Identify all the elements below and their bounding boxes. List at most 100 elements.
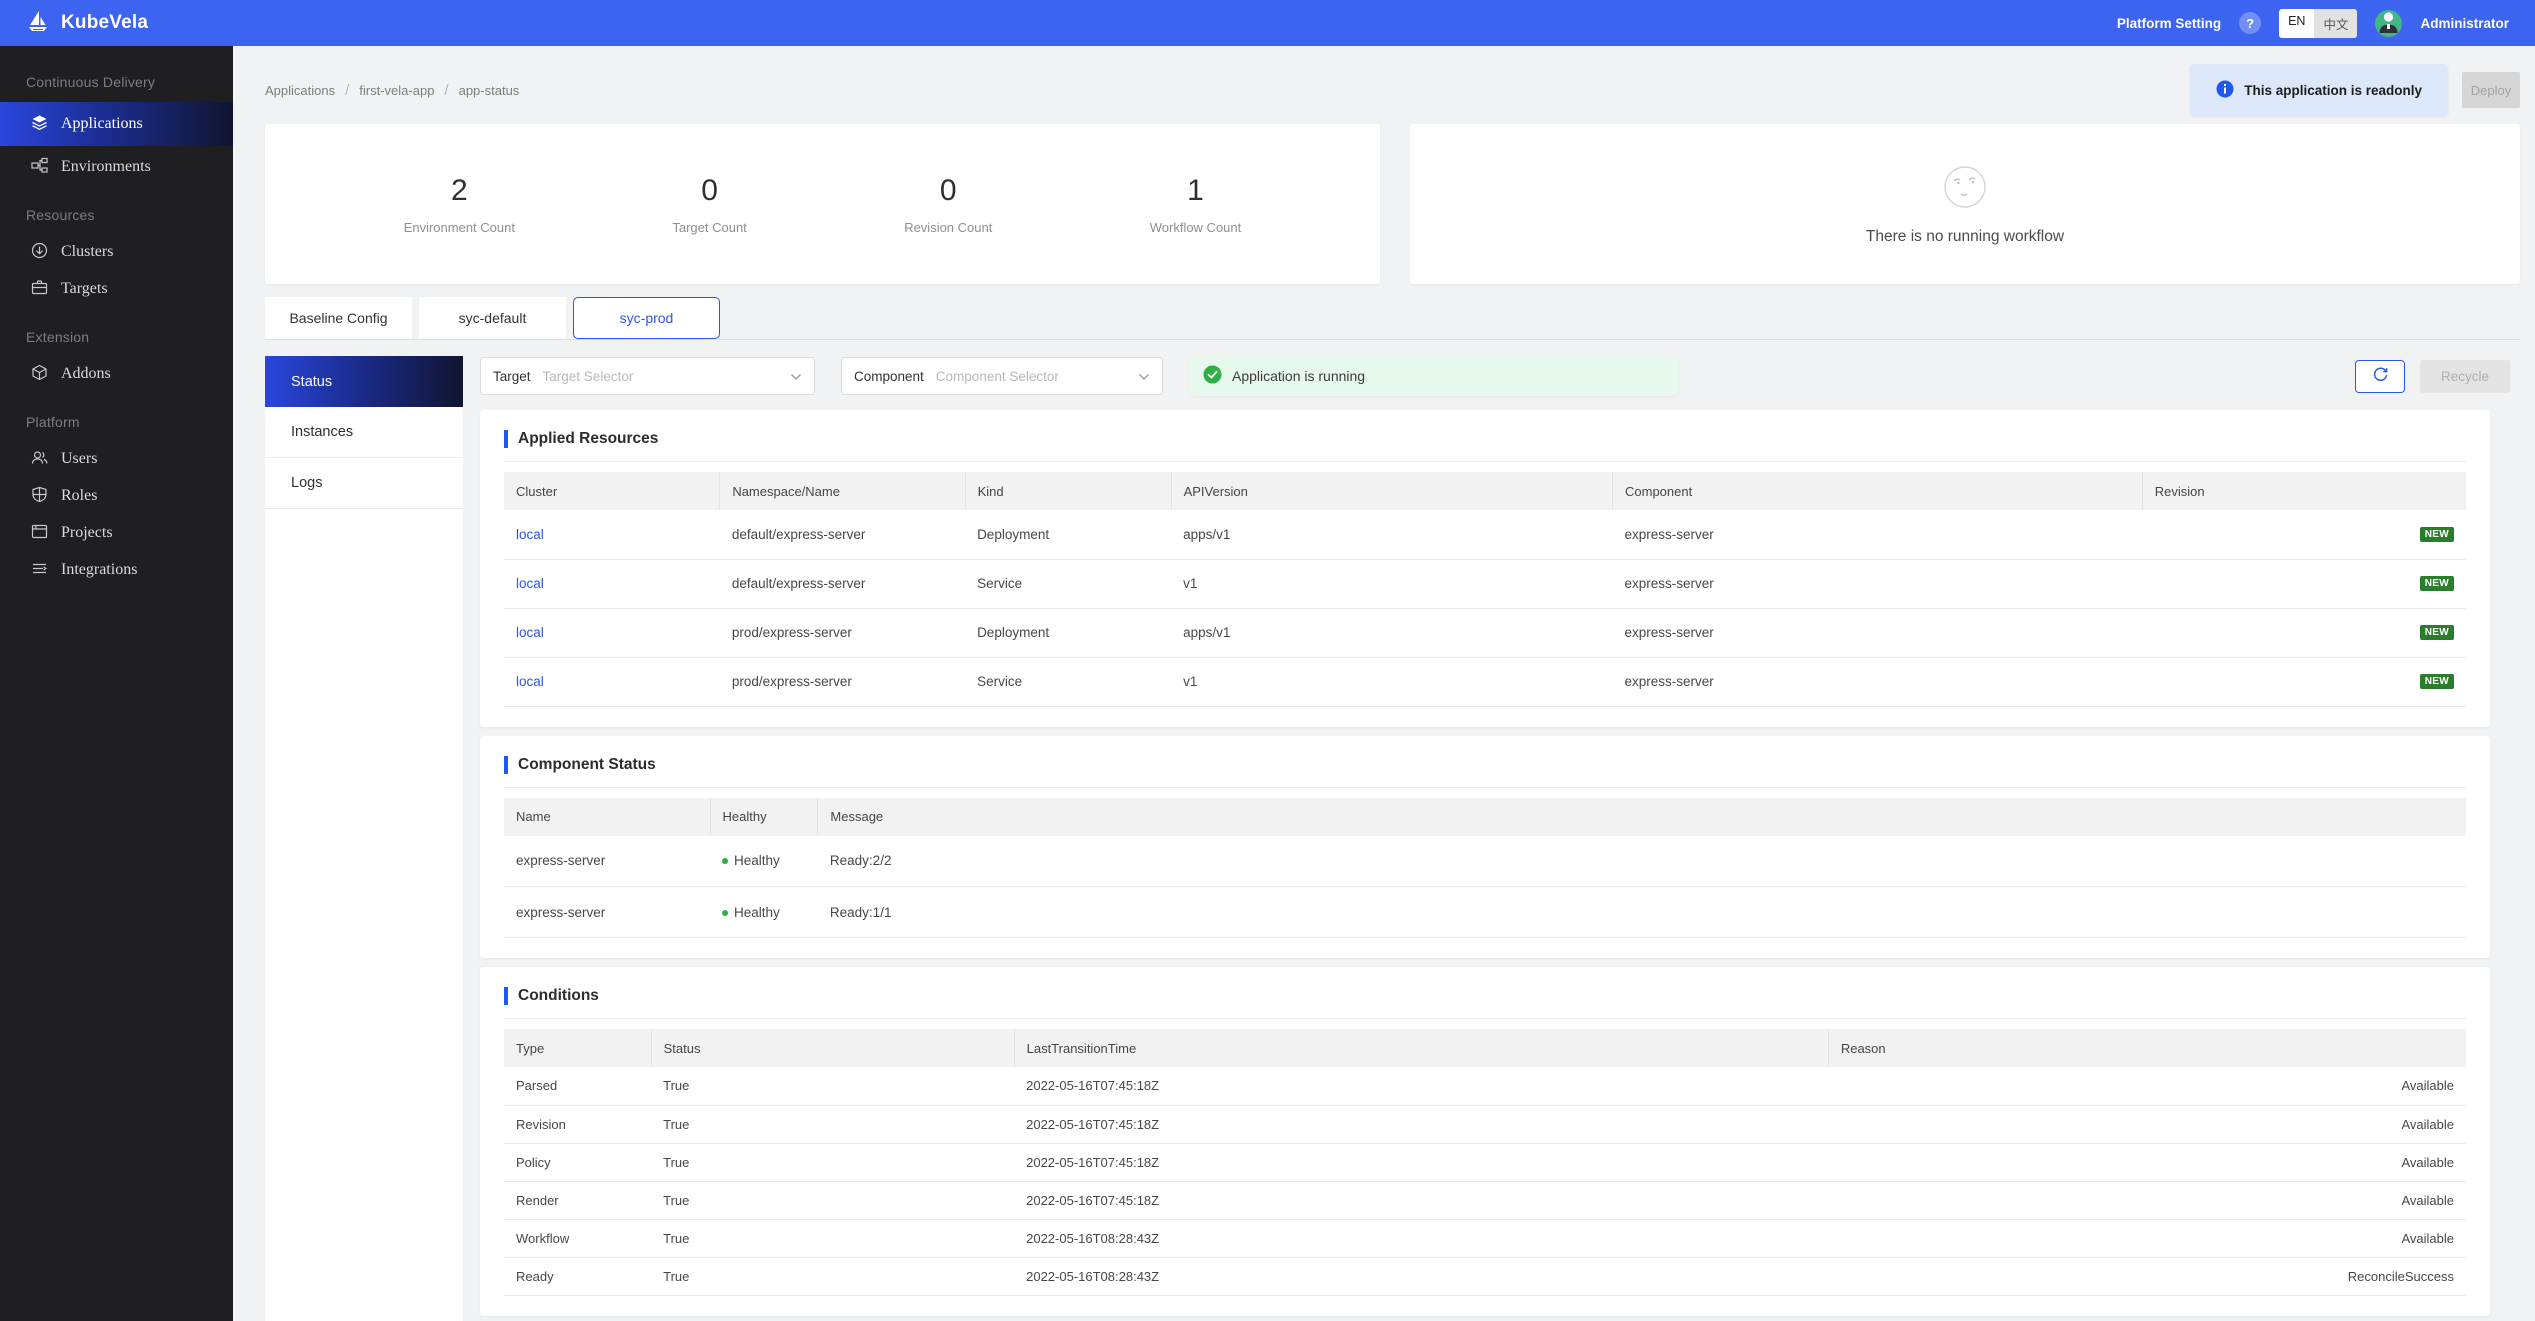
breadcrumb-separator: / (444, 82, 448, 99)
table-row: localdefault/express-serverServicev1expr… (504, 559, 2466, 608)
refresh-icon (2372, 366, 2389, 386)
column-header: Cluster (504, 472, 720, 510)
target-selector[interactable]: Target Target Selector (480, 357, 815, 395)
stat-label: Target Count (672, 220, 746, 235)
help-icon[interactable]: ? (2239, 12, 2261, 34)
stats-card: 2Environment Count 0 Target Count 0Revision… (265, 124, 1380, 284)
language-toggle[interactable]: EN 中文 (2279, 9, 2357, 38)
cell-kind: Deployment (965, 608, 1171, 657)
table-row: PolicyTrue2022-05-16T07:45:18ZAvailable (504, 1143, 2466, 1181)
brand[interactable]: KubeVela (26, 9, 148, 38)
conditions-table: TypeStatusLastTransitionTimeReason Parse… (504, 1029, 2466, 1296)
new-badge: NEW (2420, 576, 2454, 591)
sidebar-item-label: Environments (61, 158, 151, 176)
column-header: Component (1613, 472, 2143, 510)
avatar-person-icon (2375, 10, 2402, 37)
cell-status: True (651, 1143, 1014, 1181)
refresh-button[interactable] (2355, 360, 2405, 393)
platform-setting-link[interactable]: Platform Setting (2117, 16, 2221, 31)
cluster-link[interactable]: local (516, 527, 544, 542)
lang-zh[interactable]: 中文 (2314, 9, 2357, 38)
cluster-link[interactable]: local (516, 576, 544, 591)
tab-syc-default[interactable]: syc-default (419, 297, 566, 339)
confused-face-icon (1941, 163, 1989, 214)
sidebar-section: Platform Users Roles Projects Integrations (0, 404, 233, 588)
cell-apiversion: v1 (1171, 559, 1612, 608)
column-header: Type (504, 1029, 651, 1067)
cell-apiversion: apps/v1 (1171, 608, 1612, 657)
tab-baseline-config[interactable]: Baseline Config (265, 297, 412, 339)
deploy-button[interactable]: Deploy (2462, 72, 2520, 108)
stat-item: 1Workflow Count (1150, 174, 1242, 235)
breadcrumb-item[interactable]: first-vela-app (359, 83, 434, 98)
cell-reason: Available (1828, 1219, 2466, 1257)
submenu: StatusInstancesLogs (265, 356, 463, 1321)
breadcrumb-item[interactable]: Applications (265, 83, 335, 98)
table-row: ParsedTrue2022-05-16T07:45:18ZAvailable (504, 1067, 2466, 1105)
app-status-pill: Application is running (1189, 356, 1679, 396)
cluster-link[interactable]: local (516, 625, 544, 640)
top-navbar: KubeVela Platform Setting ? EN 中文 Admini… (0, 0, 2535, 46)
sidebar-item-clusters[interactable]: Clusters (0, 233, 233, 270)
integrations-icon (31, 560, 48, 580)
cell-type: Workflow (504, 1219, 651, 1257)
table-row: RenderTrue2022-05-16T07:45:18ZAvailable (504, 1181, 2466, 1219)
recycle-button[interactable]: Recycle (2420, 360, 2510, 393)
cell-healthy: Healthy (710, 887, 818, 938)
submenu-item-logs[interactable]: Logs (265, 458, 463, 509)
sidebar-item-label: Roles (61, 487, 97, 505)
sidebar-section: Continuous DeliveryApplicationsEnvironme… (0, 64, 233, 185)
tab-syc-prod[interactable]: syc-prod (573, 297, 720, 339)
cell-status: True (651, 1219, 1014, 1257)
sidebar-item-label: Projects (61, 524, 113, 542)
addon-icon (31, 364, 48, 384)
table-row: localprod/express-serverDeploymentapps/v… (504, 608, 2466, 657)
table-row: express-serverHealthyReady:1/1 (504, 887, 2466, 938)
cell-reason: ReconcileSuccess (1828, 1257, 2466, 1295)
applied-resources-table: ClusterNamespace/NameKindAPIVersionCompo… (504, 472, 2466, 707)
cell-namespace-name: default/express-server (720, 510, 965, 559)
stat-item: 2Environment Count (404, 174, 515, 235)
new-badge: NEW (2420, 527, 2454, 542)
users-icon (31, 449, 48, 469)
cell-revision: NEW (2142, 510, 2466, 559)
table-row: ReadyTrue2022-05-16T08:28:43ZReconcileSu… (504, 1257, 2466, 1295)
cell-cluster: local (504, 657, 720, 706)
submenu-item-status[interactable]: Status (265, 356, 463, 407)
stat-value: 0 (672, 174, 746, 208)
cluster-link[interactable]: local (516, 674, 544, 689)
user-name[interactable]: Administrator (2420, 16, 2509, 31)
sidebar-item-users[interactable]: Users (0, 440, 233, 477)
column-header: Namespace/Name (720, 472, 965, 510)
sidebar-item-roles[interactable]: Roles (0, 477, 233, 514)
sidebar-section: ResourcesClustersTargets (0, 197, 233, 307)
sidebar-item-label: Users (61, 450, 97, 468)
sidebar-item-integrations[interactable]: Integrations (0, 551, 233, 588)
sidebar-item-addons[interactable]: Addons (0, 355, 233, 392)
column-header: Healthy (710, 798, 818, 836)
cell-type: Policy (504, 1143, 651, 1181)
cell-healthy: Healthy (710, 836, 818, 887)
sidebar-item-targets[interactable]: Targets (0, 270, 233, 307)
component-selector[interactable]: Component Component Selector (841, 357, 1163, 395)
stat-item: 0Revision Count (904, 174, 992, 235)
sidebar-item-applications[interactable]: Applications (0, 102, 233, 146)
column-header: APIVersion (1171, 472, 1612, 510)
applied-resources-title: Applied Resources (504, 430, 2466, 448)
sidebar-section-label: Platform (0, 404, 233, 440)
cell-cluster: local (504, 608, 720, 657)
cell-lasttransitiontime: 2022-05-16T08:28:43Z (1014, 1219, 1828, 1257)
lang-en[interactable]: EN (2279, 9, 2314, 38)
sidebar-item-projects[interactable]: Projects (0, 514, 233, 551)
column-header: Name (504, 798, 710, 836)
cell-namespace-name: prod/express-server (720, 657, 965, 706)
filter-row: Target Target Selector Component Compone… (480, 356, 2510, 396)
sidebar-item-environments[interactable]: Environments (0, 148, 233, 185)
cell-revision: NEW (2142, 657, 2466, 706)
stat-value: 0 (904, 174, 992, 208)
cell-apiversion: apps/v1 (1171, 510, 1612, 559)
avatar[interactable] (2375, 10, 2402, 37)
column-header: Revision (2142, 472, 2466, 510)
submenu-item-instances[interactable]: Instances (265, 407, 463, 458)
sidebar-section-label: Resources (0, 197, 233, 233)
